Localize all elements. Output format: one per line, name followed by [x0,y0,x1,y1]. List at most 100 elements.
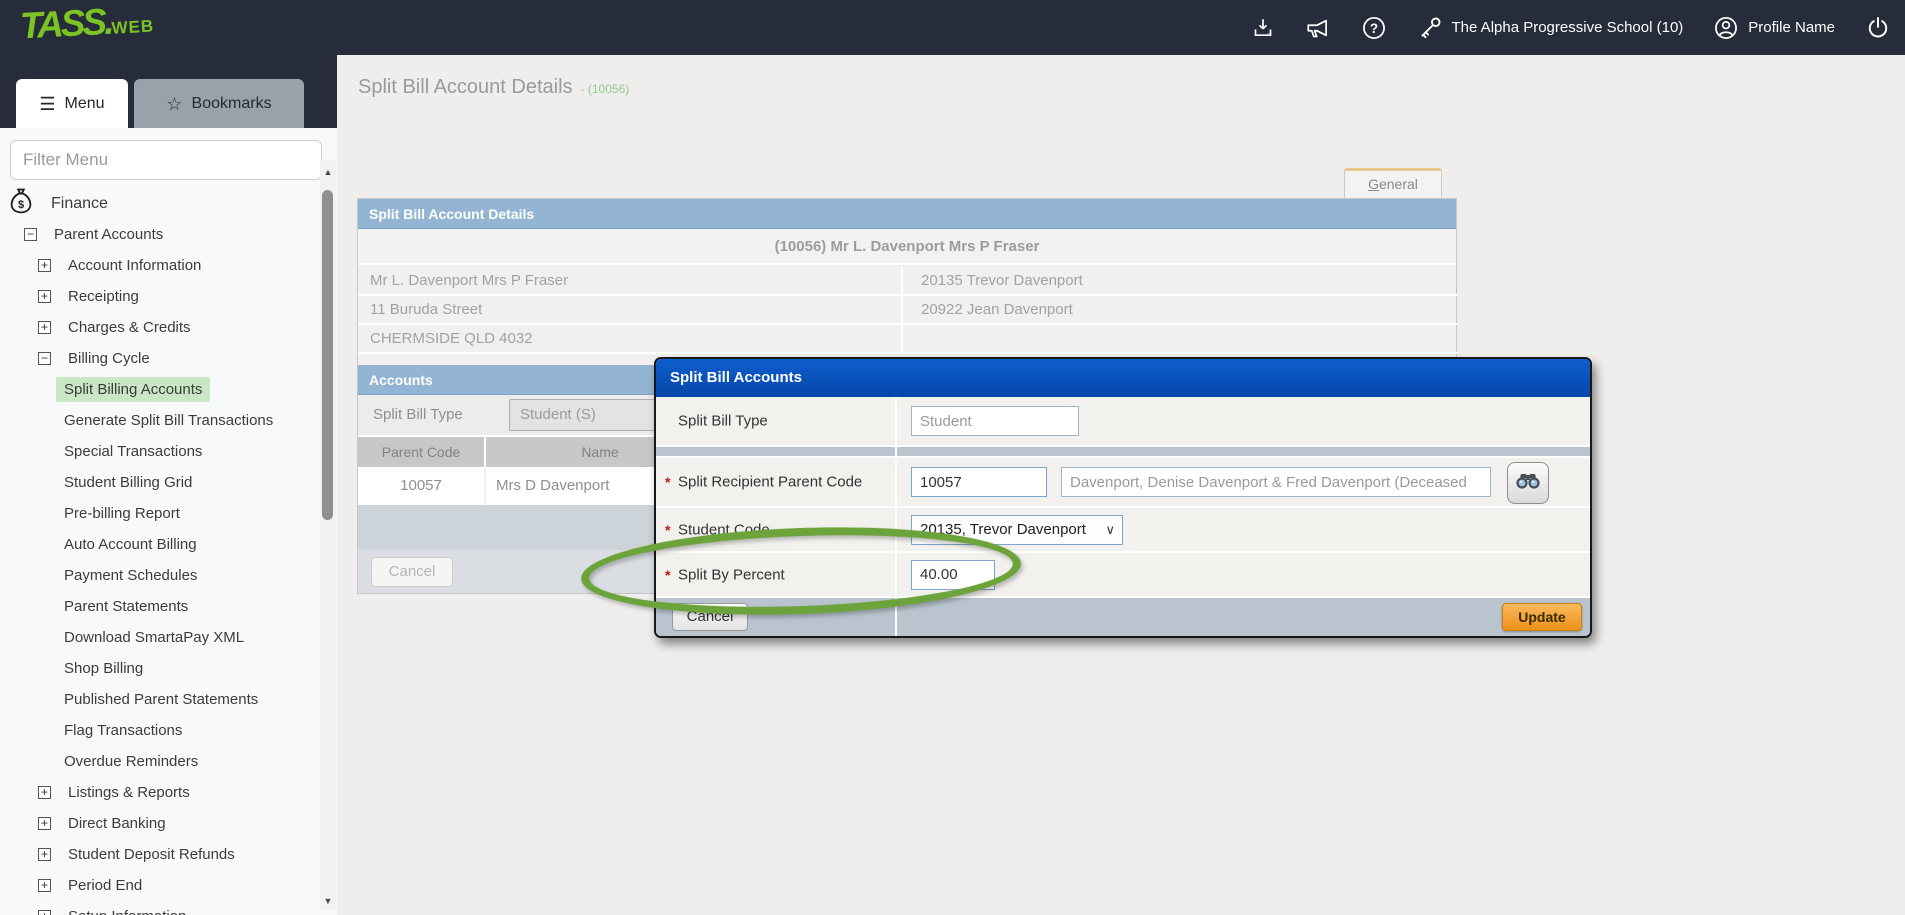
sidebar-item-student-billing-grid[interactable]: Student Billing Grid [0,467,316,498]
sidebar-item-overdue-reminders[interactable]: Overdue Reminders [0,746,316,777]
cell-parent-code: 10057 [358,467,486,505]
sidebar-item-special-transactions[interactable]: Special Transactions [0,436,316,467]
sidebar-item-account-information[interactable]: +Account Information [0,250,316,281]
collapse-minus-icon[interactable]: − [38,352,51,365]
logo-main: TASS. [19,1,112,47]
expand-plus-icon[interactable]: + [38,848,51,861]
required-asterisk: * [665,567,670,583]
scroll-up-icon[interactable]: ▲ [320,164,336,180]
profile-menu[interactable]: Profile Name [1713,15,1835,41]
modal-split-bill-type-input[interactable] [911,406,1079,436]
modal-row-recipient: * Split Recipient Parent Code [656,458,1590,508]
expand-plus-icon[interactable]: + [38,321,51,334]
sidebar-item-direct-banking[interactable]: +Direct Banking [0,808,316,839]
tab-menu[interactable]: ☰ Menu [16,79,128,128]
account-students-column: 20135 Trevor Davenport 20922 Jean Davenp… [901,267,1458,354]
sidebar-item-receipting[interactable]: +Receipting [0,281,316,312]
scroll-down-icon[interactable]: ▼ [320,893,336,909]
expand-plus-icon[interactable]: + [38,290,51,303]
announcements-megaphone-icon[interactable] [1305,15,1331,41]
sidebar-item-download-smartapay-xml[interactable]: Download SmartaPay XML [0,622,316,653]
profile-name: Profile Name [1748,19,1835,36]
sidebar-item-label: Payment Schedules [56,563,205,588]
sidebar-item-split-billing-accounts[interactable]: Split Billing Accounts [0,374,316,405]
grid-cancel-button-disabled[interactable]: Cancel [371,557,453,587]
tab-menu-label: Menu [65,95,105,113]
sidebar-item-setup-information[interactable]: + Setup Information [0,901,316,915]
address-line: 11 Buruda Street [358,296,901,325]
student-code-select[interactable]: 20135, Trevor Davenport ∨ [911,515,1123,545]
sidebar-item-period-end[interactable]: +Period End [0,870,316,901]
sidebar-item-label: Download SmartaPay XML [56,625,252,650]
required-asterisk: * [665,522,670,538]
svg-text:$: $ [18,199,24,211]
chevron-down-icon: ∨ [1105,516,1115,544]
school-name: The Alpha Progressive School (10) [1452,19,1684,36]
sidebar-item-label: Charges & Credits [60,315,199,340]
profile-icon [1713,15,1739,41]
sidebar-item-pre-billing-report[interactable]: Pre-billing Report [0,498,316,529]
sidebar-item-parent-accounts[interactable]: −Parent Accounts [0,219,316,250]
navbar-actions: ? The Alpha Progressive School (10) [1251,0,1892,55]
modal-cancel-button[interactable]: Cancel [672,603,748,631]
expand-plus-icon[interactable]: + [38,786,51,799]
modal-update-button[interactable]: Update [1502,603,1582,631]
sidebar-item-billing-cycle[interactable]: −Billing Cycle [0,343,316,374]
modal-row-student-code: * Student Code 20135, Trevor Davenport ∨ [656,508,1590,553]
recipient-parent-name-input[interactable] [1061,467,1491,497]
recipient-parent-code-input[interactable] [911,467,1047,497]
tab-bookmarks[interactable]: ☆ Bookmarks [134,79,304,128]
sidebar-item-parent-statements[interactable]: Parent Statements [0,591,316,622]
sidebar-item-auto-account-billing[interactable]: Auto Account Billing [0,529,316,560]
expand-plus-icon[interactable]: + [38,259,51,272]
help-icon[interactable]: ? [1361,15,1387,41]
logout-power-icon[interactable] [1865,15,1891,41]
page-title: Split Bill Account Details- (10056) [358,76,629,99]
sidebar-item-label: Finance [43,191,116,217]
address-line: CHERMSIDE QLD 4032 [358,325,901,354]
sidebar-item-payment-schedules[interactable]: Payment Schedules [0,560,316,591]
sidebar-item-charges-credits[interactable]: + Charges & Credits [0,312,316,343]
account-name-line: (10056) Mr L. Davenport Mrs P Fraser [358,229,1456,265]
col-parent-code: Parent Code [358,437,486,467]
sidebar-item-label: Billing Cycle [60,346,158,371]
top-navbar: TASS.WEB ? [0,0,1905,55]
modal-separator-band [656,447,1590,458]
finance-moneybag-icon: $ [8,187,34,220]
download-icon[interactable] [1251,16,1275,40]
sidebar-item-listings-reports[interactable]: +Listings & Reports [0,777,316,808]
sidebar-item-finance[interactable]: $ Finance [0,188,316,219]
sidebar-item-label: Student Deposit Refunds [60,842,243,867]
sidebar-scrollbar-thumb[interactable] [322,190,333,520]
collapse-minus-icon[interactable]: − [24,228,37,241]
required-asterisk: * [665,474,670,490]
sidebar-item-label: Setup Information [60,904,194,915]
parent-search-button[interactable] [1507,462,1549,504]
split-by-percent-input[interactable] [911,560,995,590]
sidebar-item-generate-split-bill-transactions[interactable]: Generate Split Bill Transactions [0,405,316,436]
student-line: 20922 Jean Davenport [903,296,1458,325]
school-switcher[interactable]: The Alpha Progressive School (10) [1417,15,1684,41]
tab-bookmarks-label: Bookmarks [192,95,272,113]
expand-plus-icon[interactable]: + [38,817,51,830]
sidebar-item-published-parent-statements[interactable]: Published Parent Statements [0,684,316,715]
split-bill-type-value: Student (S) [520,406,596,423]
sidebar-item-student-deposit-refunds[interactable]: + Student Deposit Refunds [0,839,316,870]
split-bill-accounts-modal: Split Bill Accounts Split Bill Type * Sp… [654,357,1592,638]
sidebar-item-flag-transactions[interactable]: Flag Transactions [0,715,316,746]
student-code-value: 20135, Trevor Davenport [920,521,1086,538]
filter-menu-input[interactable] [10,140,322,180]
student-code-label: Student Code [678,521,770,538]
tab-general-label: eneral [1379,176,1418,192]
filter-menu-field [10,140,322,180]
tab-general[interactable]: General [1344,168,1442,198]
modal-footer: Cancel Update [656,598,1590,636]
sidebar-item-shop-billing[interactable]: Shop Billing [0,653,316,684]
expand-plus-icon[interactable]: + [38,879,51,892]
expand-plus-icon[interactable]: + [38,910,51,915]
sidebar-item-label: Overdue Reminders [56,749,206,774]
recipient-parent-code-label: Split Recipient Parent Code [678,474,862,491]
student-line: 20135 Trevor Davenport [903,267,1458,296]
address-line: Mr L. Davenport Mrs P Fraser [358,267,901,296]
sidebar-item-label: Split Billing Accounts [56,377,210,402]
